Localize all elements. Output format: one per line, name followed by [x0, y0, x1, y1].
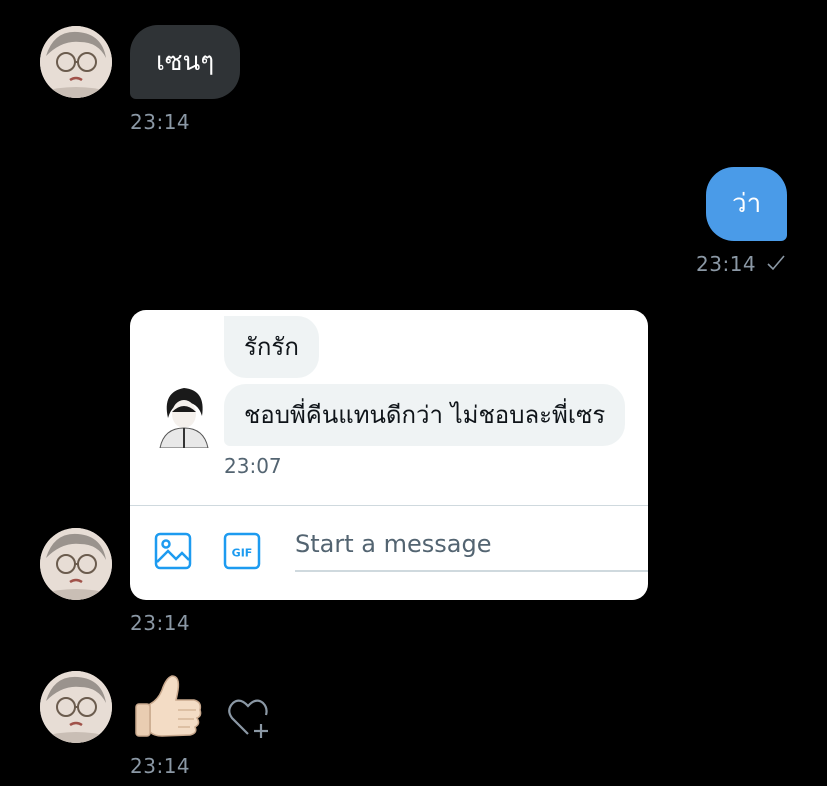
thumbs-up-emoji-message[interactable]: 👍🏻 [132, 670, 206, 744]
screenshot-timestamp: 23:07 [224, 454, 282, 478]
message-timestamp: 23:14 [130, 754, 191, 778]
gif-icon-label: GIF [232, 547, 253, 560]
screenshot-message-text: รักรัก [244, 333, 299, 361]
message-timestamp: 23:14 [130, 611, 191, 635]
screenshot-message-text: ชอบพี่คีนแทนดีกว่า ไม่ชอบละพี่เซร [244, 401, 606, 429]
message-text: เซนๆ [156, 47, 215, 77]
check-icon [765, 252, 787, 279]
avatar-portrait [40, 528, 112, 600]
screenshot-sender-avatar [152, 382, 216, 448]
message-timestamp: 23:14 [696, 252, 757, 276]
sender-avatar[interactable] [40, 26, 112, 98]
screenshot-message-input: Start a message [295, 518, 648, 572]
heart-plus-icon[interactable] [226, 696, 272, 742]
thumbs-up-icon [135, 675, 202, 737]
message-text: ว่า [732, 189, 762, 219]
avatar-portrait [40, 26, 112, 98]
gif-icon: GIF [223, 532, 261, 570]
sender-avatar[interactable] [40, 671, 112, 743]
message-bubble-outgoing[interactable]: ว่า [706, 167, 788, 241]
avatar-portrait [40, 671, 112, 743]
shared-screenshot-card[interactable]: รักรัก ชอบพี่คีนแทนดีกว่า ไม่ชอบละพี่เซร… [130, 310, 648, 600]
composer-divider [130, 505, 648, 506]
screenshot-message-bubble: ชอบพี่คีนแทนดีกว่า ไม่ชอบละพี่เซร [224, 384, 626, 446]
message-timestamp: 23:14 [130, 110, 191, 134]
screenshot-message-bubble: รักรัก [224, 316, 319, 378]
sender-avatar[interactable] [40, 528, 112, 600]
message-bubble-incoming[interactable]: เซนๆ [130, 25, 241, 99]
image-icon [154, 532, 192, 570]
